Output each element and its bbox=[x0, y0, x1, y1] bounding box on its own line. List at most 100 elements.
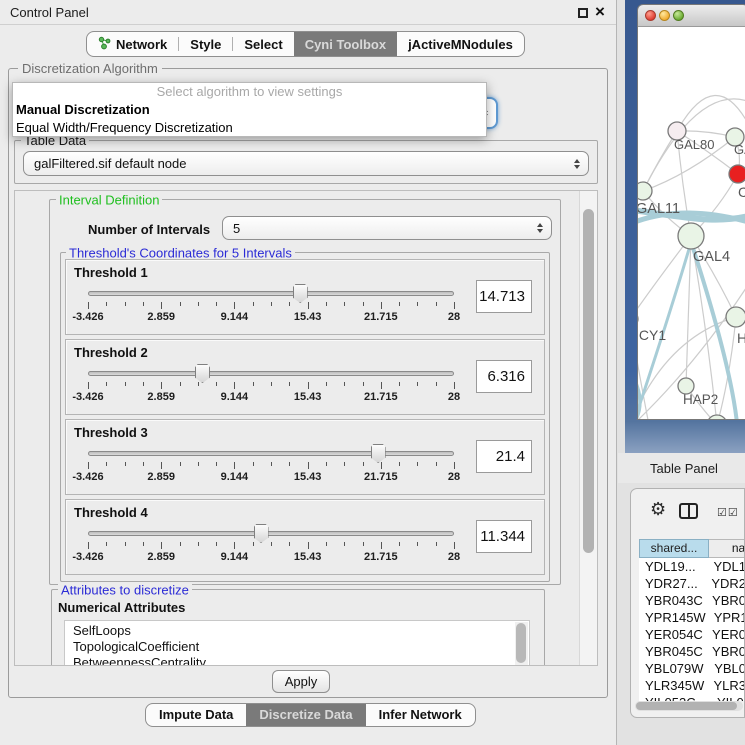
threshold-slider-thumb[interactable] bbox=[195, 364, 210, 383]
algorithm-option-manual[interactable]: Manual Discretization bbox=[13, 101, 486, 119]
network-edge-highlighted[interactable] bbox=[638, 375, 640, 420]
table-row[interactable]: YER054CYER0 bbox=[639, 626, 745, 643]
slider-tick-labels: -3.4262.8599.14415.4321.71528 bbox=[88, 391, 454, 404]
settings-scroll-viewport: Interval Definition Number of Intervals … bbox=[14, 190, 598, 666]
threshold-slider-track[interactable] bbox=[88, 451, 454, 456]
slider-tick bbox=[125, 302, 126, 306]
gear-icon[interactable]: ⚙ bbox=[650, 500, 666, 518]
threshold-slider-thumb[interactable] bbox=[371, 444, 386, 463]
split-column-icon[interactable] bbox=[679, 503, 698, 519]
slider-tick bbox=[363, 542, 364, 546]
algorithm-option-equal-width[interactable]: Equal Width/Frequency Discretization bbox=[13, 119, 486, 137]
slider-ticks bbox=[88, 302, 454, 310]
bottom-tabbar: Impute Data Discretize Data Infer Networ… bbox=[145, 703, 476, 727]
attributes-scrollbar-thumb[interactable] bbox=[516, 623, 526, 663]
slider-tick bbox=[88, 382, 89, 389]
table-row[interactable]: YDL19...YDL1 bbox=[639, 558, 745, 575]
threshold-label: Threshold 3 bbox=[74, 425, 148, 440]
slider-tick bbox=[106, 542, 107, 546]
float-window-icon[interactable] bbox=[578, 8, 588, 18]
slider-tick bbox=[216, 382, 217, 386]
table-row[interactable]: YPR145WYPR1 bbox=[639, 609, 745, 626]
tick-label: 15.43 bbox=[294, 391, 322, 403]
tab-network[interactable]: Network bbox=[87, 32, 178, 56]
table-row[interactable]: YBL079WYBL0 bbox=[639, 660, 745, 677]
attribute-list-item[interactable]: SelfLoops bbox=[65, 623, 529, 639]
network-node-label: GAL bbox=[734, 142, 745, 157]
tab-select[interactable]: Select bbox=[233, 32, 293, 56]
attribute-list-item[interactable]: TopologicalCoefficient bbox=[65, 639, 529, 655]
cell-name: YPR1 bbox=[706, 609, 745, 626]
close-traffic-light-icon[interactable] bbox=[645, 10, 656, 21]
tab-impute-data[interactable]: Impute Data bbox=[146, 704, 246, 726]
threshold-slider-thumb[interactable] bbox=[254, 524, 269, 543]
threshold-value-field[interactable]: 21.4 bbox=[476, 440, 532, 473]
table-panel-title: Table Panel bbox=[650, 461, 718, 476]
network-node-h[interactable] bbox=[726, 307, 745, 327]
network-graph: GAL80GALCGAL11GAL4HGCY1HAP2 bbox=[638, 27, 745, 420]
network-node-label: H bbox=[737, 330, 745, 346]
network-node[interactable] bbox=[707, 415, 727, 420]
threshold-slider-track[interactable] bbox=[88, 531, 454, 536]
table-row[interactable]: YBR043CYBR0 bbox=[639, 592, 745, 609]
tick-label: 28 bbox=[448, 471, 460, 483]
network-node-label: GCY1 bbox=[638, 327, 666, 343]
attribute-list-item[interactable]: BetweennessCentrality bbox=[65, 655, 529, 666]
tick-label: 15.43 bbox=[294, 311, 322, 323]
slider-tick bbox=[399, 302, 400, 306]
network-window-titlebar bbox=[638, 5, 745, 27]
attributes-scrollbar[interactable] bbox=[515, 622, 528, 666]
threshold-slider-thumb[interactable] bbox=[293, 284, 308, 303]
table-horizontal-scrollbar[interactable] bbox=[635, 701, 743, 711]
table-row[interactable]: YDR27...YDR2 bbox=[639, 575, 745, 592]
settings-scrollbar-thumb[interactable] bbox=[583, 209, 594, 553]
slider-tick bbox=[344, 462, 345, 466]
threshold-value-field[interactable]: 11.344 bbox=[476, 520, 532, 553]
tick-label: 15.43 bbox=[294, 551, 322, 563]
table-scrollbar-thumb[interactable] bbox=[636, 702, 737, 710]
slider-tick bbox=[253, 382, 254, 386]
slider-tick bbox=[180, 462, 181, 466]
network-node-gal4[interactable] bbox=[678, 223, 704, 249]
minimize-traffic-light-icon[interactable] bbox=[659, 10, 670, 21]
slider-tick bbox=[216, 462, 217, 466]
slider-tick bbox=[436, 542, 437, 546]
column-header-name[interactable]: na bbox=[709, 539, 745, 558]
table-row[interactable]: YIL052CYIL0 bbox=[639, 694, 745, 701]
network-node-label: GAL4 bbox=[693, 249, 730, 265]
table-row[interactable]: YLR345WYLR3 bbox=[639, 677, 745, 694]
settings-vertical-scrollbar[interactable] bbox=[579, 191, 597, 666]
slider-tick bbox=[417, 302, 418, 306]
tab-style[interactable]: Style bbox=[179, 32, 232, 56]
tick-label: 9.144 bbox=[221, 391, 249, 403]
threshold-value-field[interactable]: 14.713 bbox=[476, 280, 532, 313]
slider-tick bbox=[289, 462, 290, 466]
threshold-slider-track[interactable] bbox=[88, 371, 454, 376]
threshold-value-field[interactable]: 6.316 bbox=[476, 360, 532, 393]
control-panel: Control Panel × Network Sty bbox=[0, 0, 617, 745]
threshold-slider-track[interactable] bbox=[88, 291, 454, 296]
column-header-shared-name[interactable]: shared... bbox=[639, 539, 709, 558]
number-of-intervals-value: 5 bbox=[233, 217, 240, 241]
slider-tick-labels: -3.4262.8599.14415.4321.71528 bbox=[88, 311, 454, 324]
number-of-intervals-combobox[interactable]: 5 bbox=[222, 216, 552, 240]
tab-jactivemnodules[interactable]: jActiveMNodules bbox=[397, 32, 524, 56]
network-edge[interactable] bbox=[677, 95, 745, 131]
network-canvas[interactable]: GAL80GALCGAL11GAL4HGCY1HAP2 bbox=[638, 27, 745, 420]
slider-tick bbox=[454, 462, 455, 469]
network-edge[interactable] bbox=[638, 236, 691, 319]
table-data-combobox[interactable]: galFiltered.sif default node bbox=[23, 151, 589, 176]
zoom-traffic-light-icon[interactable] bbox=[673, 10, 684, 21]
apply-button[interactable]: Apply bbox=[272, 670, 330, 693]
tab-discretize-data[interactable]: Discretize Data bbox=[246, 704, 365, 726]
tab-cyni-toolbox[interactable]: Cyni Toolbox bbox=[294, 32, 397, 56]
slider-tick bbox=[253, 462, 254, 466]
tab-infer-network[interactable]: Infer Network bbox=[366, 704, 475, 726]
network-node-c[interactable] bbox=[729, 165, 745, 183]
network-node-gal11[interactable] bbox=[638, 182, 652, 200]
slider-tick bbox=[381, 382, 382, 389]
cell-name: YBR0 bbox=[704, 592, 745, 609]
table-row[interactable]: YBR045CYBR0 bbox=[639, 643, 745, 660]
column-checkboxes-icon[interactable]: ☑☑ bbox=[717, 506, 739, 519]
close-icon[interactable]: × bbox=[595, 2, 605, 22]
